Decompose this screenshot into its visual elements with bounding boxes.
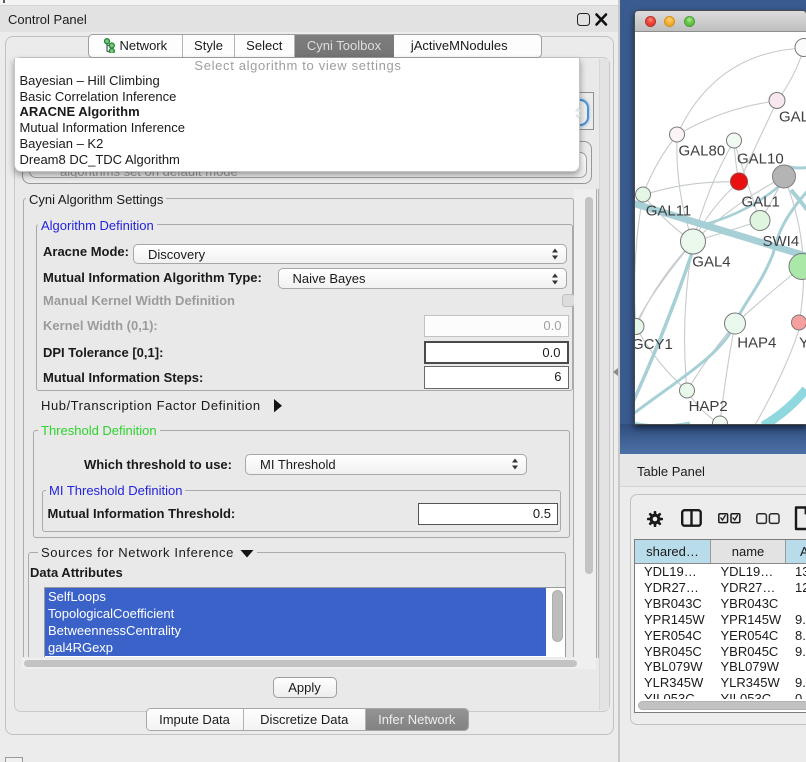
svg-text:HAP2: HAP2 xyxy=(688,398,727,415)
svg-text:SWI4: SWI4 xyxy=(762,233,799,250)
svg-text:GAL: GAL xyxy=(779,108,806,125)
svg-text:GAL10: GAL10 xyxy=(737,150,784,167)
svg-text:HAP4: HAP4 xyxy=(737,334,776,351)
svg-text:GAL80: GAL80 xyxy=(678,142,725,159)
svg-text:GAL4: GAL4 xyxy=(692,253,730,270)
svg-text:GAL1: GAL1 xyxy=(741,193,779,210)
svg-text:GCY1: GCY1 xyxy=(635,336,673,353)
svg-text:Y: Y xyxy=(799,334,806,351)
svg-text:GAL11: GAL11 xyxy=(645,202,691,219)
